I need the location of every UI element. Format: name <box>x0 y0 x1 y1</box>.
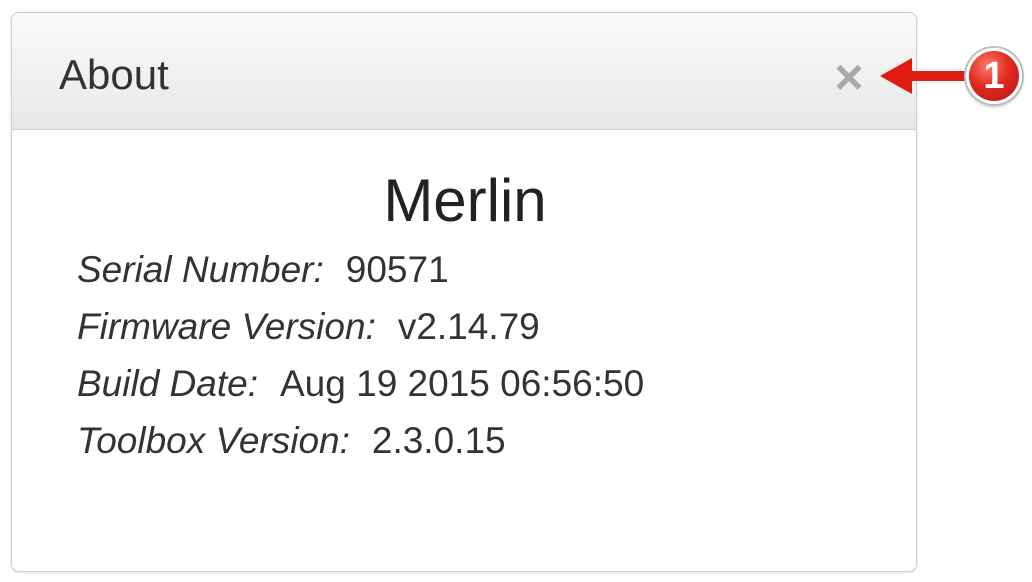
about-dialog: About × Merlin Serial Number: 90571 Firmw… <box>11 12 917 572</box>
firmware-version-row: Firmware Version: v2.14.79 <box>77 303 644 360</box>
device-info-list: Serial Number: 90571 Firmware Version: v2.… <box>77 246 644 474</box>
close-button[interactable]: × <box>828 52 870 102</box>
build-date-label: Build Date: <box>77 363 258 404</box>
about-screen: About × Merlin Serial Number: 90571 Firmw… <box>0 0 1032 582</box>
toolbox-version-value: 2.3.0.15 <box>371 420 506 461</box>
dialog-title: About <box>59 51 169 98</box>
toolbox-version-label: Toolbox Version: <box>77 420 350 461</box>
build-date-row: Build Date: Aug 19 2015 06:56:50 <box>77 360 644 417</box>
serial-number-value: 90571 <box>345 249 449 290</box>
device-name: Merlin <box>383 167 547 234</box>
firmware-version-value: v2.14.79 <box>397 306 540 347</box>
serial-number-row: Serial Number: 90571 <box>77 246 644 303</box>
build-date-value: Aug 19 2015 06:56:50 <box>280 363 645 404</box>
callout-badge: 1 <box>966 48 1022 104</box>
arrow-left-icon <box>880 58 970 94</box>
close-icon: × <box>834 49 864 105</box>
serial-number-label: Serial Number: <box>77 249 324 290</box>
toolbox-version-row: Toolbox Version: 2.3.0.15 <box>77 417 644 474</box>
dialog-header: About × <box>12 13 916 130</box>
firmware-version-label: Firmware Version: <box>77 306 376 347</box>
